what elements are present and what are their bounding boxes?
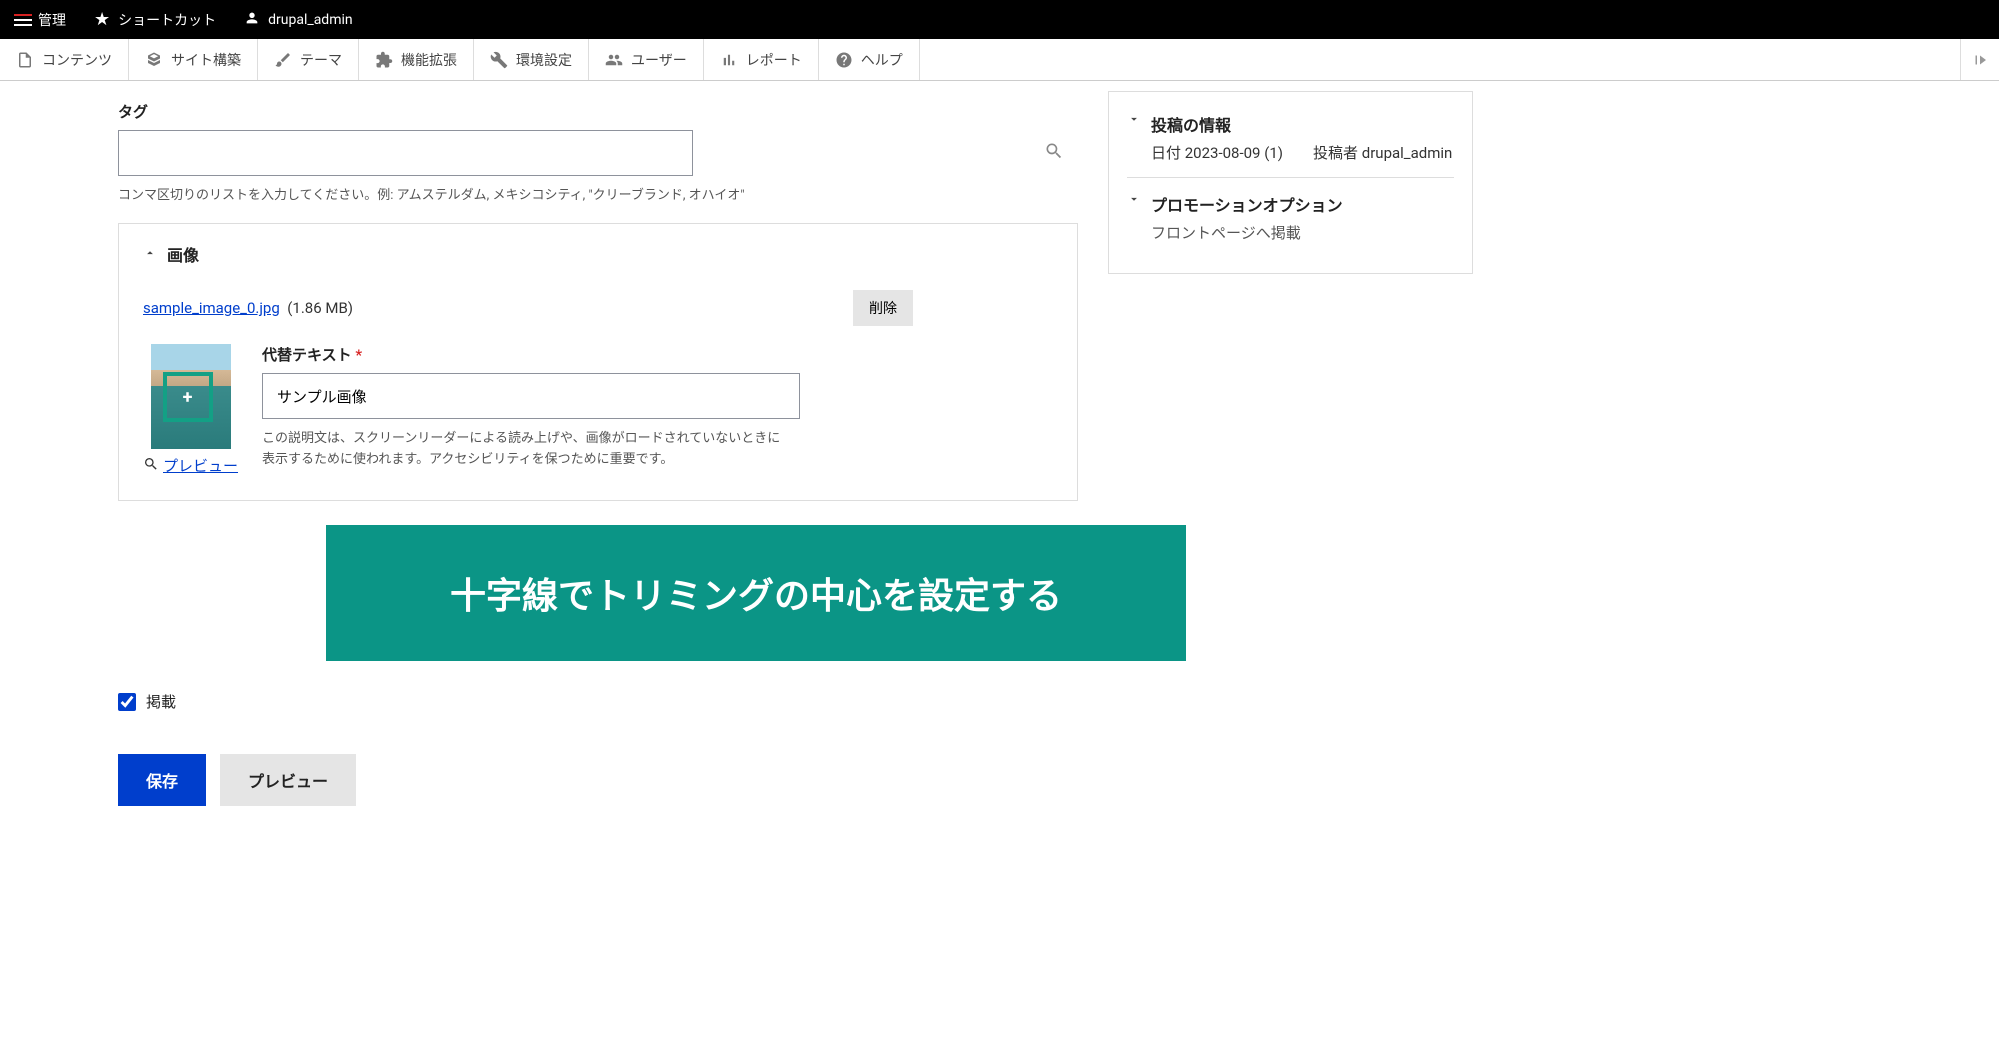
shortcuts-menu[interactable]: ★ ショートカット [80,0,230,39]
post-info-header[interactable]: 投稿の情報 日付 2023-08-09 (1) 投稿者 drupal_admin [1127,112,1454,163]
collapse-toolbar[interactable] [1960,39,1999,80]
required-star: * [355,346,362,364]
user-icon [244,10,260,30]
image-panel: 画像 sample_image_0.jpg (1.86 MB) 削除 + [118,223,1078,501]
tags-input-wrap [118,130,1078,176]
admin-appearance[interactable]: テーマ [258,39,359,80]
content-area: タグ コンマ区切りのリストを入力してください。例: アムステルダム, メキシコシ… [0,81,1999,846]
tags-input[interactable] [118,130,693,176]
post-info-section: 投稿の情報 日付 2023-08-09 (1) 投稿者 drupal_admin [1127,108,1454,177]
side-panel: 投稿の情報 日付 2023-08-09 (1) 投稿者 drupal_admin… [1108,91,1473,274]
chevron-down-icon [1127,192,1141,210]
promo-title: プロモーションオプション [1151,192,1454,216]
post-info-title: 投稿の情報 [1151,112,1454,136]
crop-frame[interactable]: + [163,372,213,422]
file-icon [16,51,34,69]
collapse-icon [1971,51,1989,69]
sidebar: 投稿の情報 日付 2023-08-09 (1) 投稿者 drupal_admin… [1108,91,1473,274]
star-icon: ★ [94,9,110,30]
admin-reports[interactable]: レポート [704,39,819,80]
publish-label[interactable]: 掲載 [146,691,176,712]
image-panel-title: 画像 [167,242,199,266]
tags-help: コンマ区切りのリストを入力してください。例: アムステルダム, メキシコシティ,… [118,184,1078,203]
admin-content[interactable]: コンテンツ [0,39,129,80]
callout-banner: 十字線でトリミングの中心を設定する [326,525,1186,661]
admin-structure[interactable]: サイト構築 [129,39,258,80]
preview-button[interactable]: プレビュー [220,754,356,806]
tags-label: タグ [118,101,1078,122]
publish-row: 掲載 [118,691,1078,712]
remove-button[interactable]: 削除 [853,290,913,326]
image-panel-header[interactable]: 画像 [143,242,1053,266]
magnify-icon [143,456,159,476]
save-button[interactable]: 保存 [118,754,206,806]
image-thumb[interactable]: + [151,344,231,449]
brush-icon [274,51,292,69]
publish-checkbox[interactable] [118,693,136,711]
topbar: 管理 ★ ショートカット drupal_admin [0,0,1999,39]
manage-menu[interactable]: 管理 [0,0,80,39]
crosshair-icon: + [183,387,193,408]
alt-label: 代替テキスト * [262,344,1053,365]
hamburger-icon [14,14,32,26]
wrench-icon [490,51,508,69]
admin-config[interactable]: 環境設定 [474,39,589,80]
alt-input[interactable] [262,373,800,419]
puzzle-icon [375,51,393,69]
main-column: タグ コンマ区切りのリストを入力してください。例: アムステルダム, メキシコシ… [118,101,1078,806]
preview-link[interactable]: プレビュー [143,455,238,476]
alt-help: この説明文は、スクリーンリーダーによる読み上げや、画像がロードされていないときに… [262,429,792,471]
shortcuts-label: ショートカット [118,10,216,30]
admin-menu: コンテンツ サイト構築 テーマ 機能拡張 環境設定 ユーザー レポート ヘルプ [0,39,1999,81]
file-row: sample_image_0.jpg (1.86 MB) 削除 [143,290,1053,326]
user-label: drupal_admin [268,12,352,28]
thumb-wrap: + プレビュー [143,344,238,476]
hierarchy-icon [145,51,163,69]
alt-row: + プレビュー 代替テキスト * この説明文は、スクリー [143,344,1053,476]
admin-help[interactable]: ヘルプ [819,39,920,80]
chart-icon [720,51,738,69]
alt-column: 代替テキスト * この説明文は、スクリーンリーダーによる読み上げや、画像がロード… [262,344,1053,471]
chevron-down-icon [1127,112,1141,130]
manage-label: 管理 [38,10,66,30]
admin-people[interactable]: ユーザー [589,39,704,80]
people-icon [605,51,623,69]
file-size: (1.86 MB) [287,299,353,317]
search-icon [1044,141,1064,165]
promo-sub: フロントページへ掲載 [1151,222,1454,243]
promo-section: プロモーションオプション フロントページへ掲載 [1127,177,1454,257]
user-menu[interactable]: drupal_admin [230,0,366,39]
help-icon [835,51,853,69]
chevron-up-icon [143,245,157,264]
admin-extend[interactable]: 機能拡張 [359,39,474,80]
file-link[interactable]: sample_image_0.jpg [143,299,280,317]
promo-header[interactable]: プロモーションオプション フロントページへ掲載 [1127,192,1454,243]
post-info-meta: 日付 2023-08-09 (1) 投稿者 drupal_admin [1151,142,1454,163]
action-row: 保存 プレビュー [118,754,1078,806]
